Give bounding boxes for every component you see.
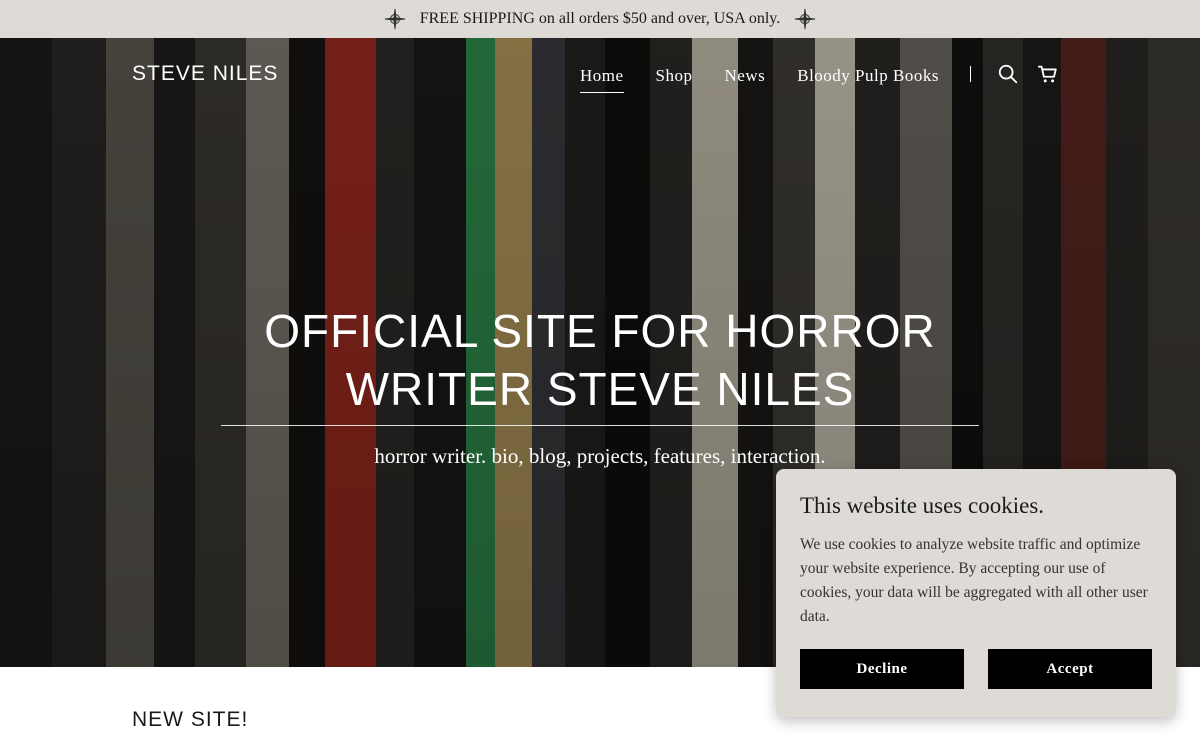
nav-bloody-pulp-books[interactable]: Bloody Pulp Books	[797, 66, 939, 93]
compass-star-icon	[795, 8, 816, 30]
nav-news[interactable]: News	[725, 66, 766, 93]
main-nav: Home Shop News Bloody Pulp Books	[580, 66, 939, 93]
nav-home[interactable]: Home	[580, 66, 624, 93]
cookie-title: This website uses cookies.	[800, 493, 1045, 518]
cookie-banner: This website uses cookies. We use cookie…	[776, 469, 1176, 717]
site-title[interactable]: STEVE NILES	[132, 62, 278, 86]
cookie-body: We use cookies to analyze website traffi…	[800, 536, 1148, 625]
decline-button[interactable]: Decline	[800, 649, 964, 689]
section-title: NEW SITE!	[132, 708, 249, 731]
accept-button[interactable]: Accept	[988, 649, 1152, 689]
compass-star-icon	[384, 8, 405, 30]
hero-title-line1: OFFICIAL SITE FOR HORROR	[264, 305, 936, 357]
announcement-text: FREE SHIPPING on all orders $50 and over…	[419, 10, 781, 27]
cart-icon[interactable]	[1037, 63, 1059, 85]
hero-divider	[221, 425, 979, 426]
hero-title: OFFICIAL SITE FOR HORROR WRITER STEVE NI…	[220, 302, 980, 418]
announcement-bar: FREE SHIPPING on all orders $50 and over…	[0, 0, 1200, 38]
nav-shop[interactable]: Shop	[656, 66, 693, 93]
cookie-buttons: Decline Accept	[800, 649, 1152, 689]
hero-title-line2: WRITER STEVE NILES	[345, 363, 855, 415]
search-icon[interactable]	[997, 63, 1019, 85]
nav-divider	[970, 66, 971, 82]
hero-subtitle: horror writer. bio, blog, projects, feat…	[374, 444, 826, 468]
